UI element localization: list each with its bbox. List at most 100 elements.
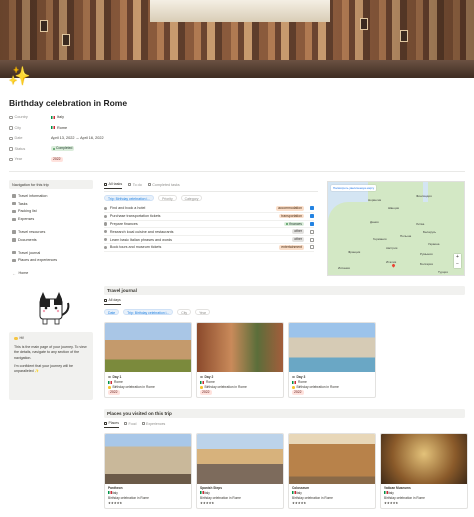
task-row[interactable]: Learn basic Italian phrases and words oth… <box>104 236 314 244</box>
done-checkbox[interactable] <box>310 214 314 219</box>
link-icon <box>12 230 16 234</box>
filter-city[interactable]: City <box>177 309 192 315</box>
map-label: Испания <box>338 266 350 270</box>
place-card[interactable]: Colosseum Italy Birthday celebration in … <box>288 433 376 509</box>
status-circle-icon <box>104 230 108 234</box>
journal-card[interactable]: Day 3 Rome Birthday celebration in Rome … <box>288 322 376 399</box>
property-label: Date <box>14 136 23 141</box>
category-badge: accommodation <box>276 206 304 211</box>
place-name: Spanish Steps <box>200 486 222 490</box>
tab-all-days[interactable]: All days <box>104 298 121 305</box>
pencil-icon <box>292 375 295 379</box>
done-checkbox[interactable] <box>310 245 314 250</box>
nav-item-travel-resources[interactable]: Travel resources <box>9 228 93 236</box>
journal-filters: Date Trip: Birthday celebration i... Cit… <box>104 309 210 315</box>
map-label: Норвегия <box>368 198 382 202</box>
nav-item-travel-journal[interactable]: Travel journal <box>9 249 93 257</box>
tab-all-tasks[interactable]: All tasks <box>104 182 123 189</box>
property-year[interactable]: Year 2022 <box>9 154 309 165</box>
rating-stars: ★★★★★ <box>292 501 307 505</box>
tab-label: To do <box>132 182 142 187</box>
zoom-in-button[interactable]: + <box>454 254 461 261</box>
pin-icon <box>9 126 13 130</box>
place-card[interactable]: Spanish Steps Italy Birthday celebration… <box>196 433 284 509</box>
filter-category[interactable]: Category <box>180 195 203 201</box>
task-row[interactable]: Research local cuisine and restaurants ot… <box>104 228 314 237</box>
info-icon <box>12 194 16 198</box>
map-label: Дания <box>370 220 379 224</box>
place-card[interactable]: Pantheon Italy Birthday celebration in R… <box>104 433 192 509</box>
food-icon <box>124 422 128 425</box>
globe-icon <box>9 115 13 119</box>
done-checkbox[interactable] <box>310 237 314 242</box>
nav-item-documents[interactable]: Documents <box>9 236 93 244</box>
nav-item-places[interactable]: Places and experiences <box>9 257 93 265</box>
filter-date[interactable]: Date <box>104 309 120 315</box>
zoom-out-button[interactable]: − <box>454 261 461 268</box>
tab-experiences[interactable]: Experiences <box>141 421 165 428</box>
status-icon <box>9 147 13 151</box>
map-label: Румыния <box>420 252 433 256</box>
travel-journal-header[interactable]: Travel journal <box>104 286 465 295</box>
filter-trip[interactable]: Trip: Birthday celebration i... <box>123 309 174 315</box>
category-badge: other <box>292 237 304 242</box>
nav-item-travel-information[interactable]: Travel information <box>9 192 93 200</box>
filter-priority[interactable]: Priority <box>158 195 177 201</box>
done-checkbox[interactable] <box>310 221 314 226</box>
tab-completed-tasks[interactable]: Completed tasks <box>147 183 180 189</box>
nav-item-home[interactable]: ← Home <box>9 269 93 277</box>
year-badge: 2022 <box>292 390 304 395</box>
place-country: Italy <box>296 491 302 495</box>
task-row[interactable]: Prepare finances finances <box>104 221 314 229</box>
pin-icon <box>104 421 107 425</box>
task-name: Book tours and museum tickets <box>109 245 162 250</box>
task-row[interactable]: Book tours and museum tickets entertainme… <box>104 244 314 252</box>
tab-food[interactable]: Food <box>124 421 137 428</box>
sparkles-icon <box>108 386 111 389</box>
cover-window <box>400 30 408 42</box>
property-city[interactable]: City Rome <box>9 123 309 134</box>
italy-flag-icon <box>51 115 55 119</box>
welcome-callout: Hi! This is the main page of your journe… <box>9 332 93 400</box>
sparkles-icon[interactable]: ✨ <box>8 66 30 86</box>
open-larger-map-link[interactable]: Посмотреть увеличенную карту <box>331 185 377 191</box>
category-badge: entertainment <box>279 245 304 250</box>
task-row[interactable]: Purchase transportation tickets transport… <box>104 213 314 221</box>
italy-flag-icon <box>292 380 296 384</box>
lightbulb-icon <box>14 336 18 341</box>
cat-mascot-illustration <box>39 292 70 325</box>
nav-item-tasks[interactable]: Tasks <box>9 200 93 208</box>
journal-card[interactable]: Day 1 Rome Birthday celebration in Rome … <box>104 322 192 399</box>
callout-text: I'm confident that your journey will be … <box>14 363 74 374</box>
navigation-header[interactable]: Navigation for this trip <box>9 180 93 189</box>
property-value: April 13, 2022 → April 16, 2022 <box>51 136 104 141</box>
year-badge: 2022 <box>200 390 212 395</box>
table-icon <box>104 182 107 186</box>
task-row[interactable]: Find and book a hotel accommodation <box>104 205 314 213</box>
nav-label: Travel information <box>18 193 48 198</box>
places-header[interactable]: Places you visited on this trip <box>104 409 465 418</box>
place-country: Italy <box>204 491 210 495</box>
vatican-museums-photo <box>381 434 467 484</box>
done-checkbox[interactable] <box>310 229 314 234</box>
property-status[interactable]: Status Completed <box>9 144 309 155</box>
tab-places[interactable]: Places <box>104 421 120 428</box>
journal-gallery: Day 1 Rome Birthday celebration in Rome … <box>104 322 376 399</box>
place-card[interactable]: Vatican Museums Italy Birthday celebrati… <box>380 433 468 509</box>
cover-sky <box>150 0 330 22</box>
europe-map[interactable]: Посмотреть увеличенную карту Норвегия Шв… <box>327 181 465 276</box>
trevi-fountain-photo <box>289 323 375 372</box>
done-checkbox[interactable] <box>310 206 314 211</box>
property-date[interactable]: Date April 13, 2022 → April 16, 2022 <box>9 133 309 144</box>
nav-item-expenses[interactable]: Expenses <box>9 215 93 223</box>
nav-item-packing-list[interactable]: Packing list <box>9 208 93 216</box>
page-title[interactable]: Birthday celebration in Rome <box>9 98 127 108</box>
property-country[interactable]: Country Italy <box>9 112 309 123</box>
tab-to-do[interactable]: To do <box>128 183 142 189</box>
status-circle-icon <box>104 214 108 218</box>
filter-year[interactable]: Year <box>195 309 210 315</box>
rating-stars: ★★★★★ <box>200 501 215 505</box>
journal-card[interactable]: Day 2 Rome Birthday celebration in Rome … <box>196 322 284 399</box>
navigation-title: Navigation for this trip <box>12 182 49 187</box>
filter-trip[interactable]: Trip: Birthday celebration i... <box>104 195 155 201</box>
